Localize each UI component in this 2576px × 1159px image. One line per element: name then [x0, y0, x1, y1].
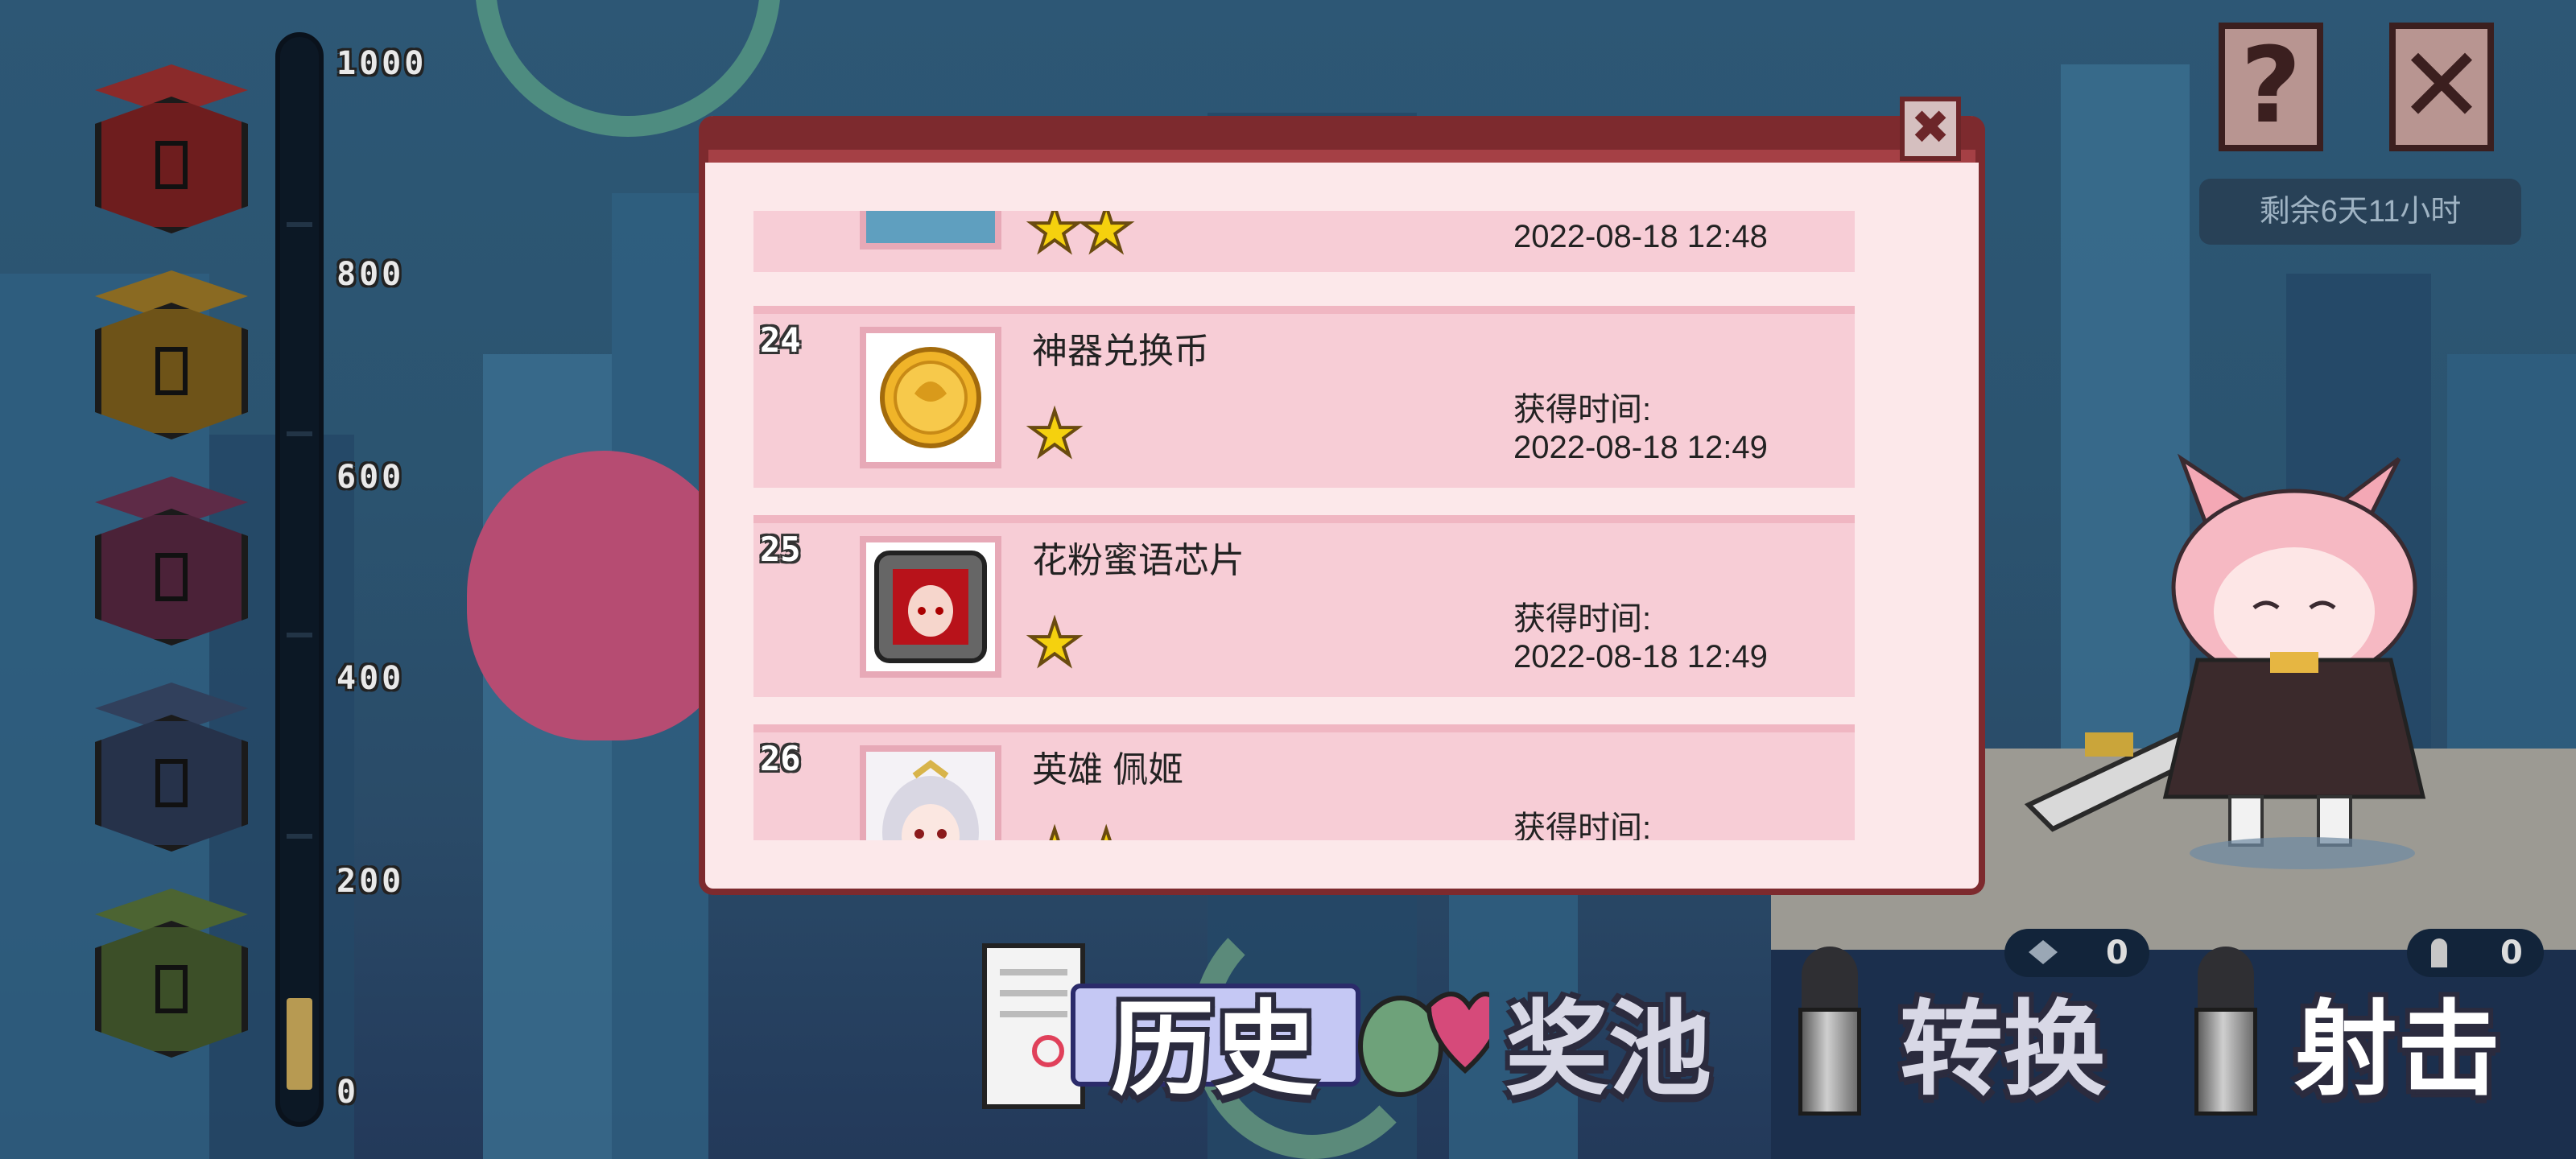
progress-tick: [287, 222, 312, 227]
prize-pool-button[interactable]: 奖池: [1352, 966, 1723, 1110]
acquired-time-label: 获得时间:: [1513, 810, 1652, 840]
bullet-icon: [1794, 947, 1866, 1116]
item-name: 花粉蜜语芯片: [1032, 541, 1245, 580]
star-rating: ★: [1026, 396, 1084, 471]
bullet-mini-icon: [2431, 938, 2447, 967]
acquired-time-label: 获得时间:: [1513, 392, 1652, 427]
progress-label: 600: [336, 459, 405, 496]
list-item: 24 神器兑换币 ★ 获得时间: 2022-08-18 12:49: [753, 306, 1855, 488]
item-number: 24: [760, 320, 801, 360]
cat-girl-character: [2024, 453, 2426, 869]
chip-icon: [874, 551, 987, 663]
coin-icon: [880, 347, 981, 448]
hero-portrait-icon: [860, 745, 1001, 840]
shadow: [2190, 837, 2415, 869]
lock-icon: [155, 965, 188, 1013]
lock-icon: [155, 347, 188, 395]
progress-label: 200: [336, 863, 405, 900]
star-rating: ★: [1026, 605, 1084, 680]
chest-green[interactable]: [87, 889, 256, 1074]
progress-bar: [275, 32, 324, 1127]
shoot-label: 射击: [2294, 990, 2501, 1110]
list-item: 25 花粉蜜语芯片 ★ 获得时间: 2022-08-18 12:49: [753, 515, 1855, 697]
chest-blue[interactable]: [87, 683, 256, 868]
convert-label: 转换: [1900, 990, 2107, 1110]
item-name: 神器兑换币: [1032, 332, 1209, 371]
history-list[interactable]: ★★ 2022-08-18 12:48 24 神器兑换币 ★ 获得时间: 202…: [753, 211, 1855, 840]
progress-tick: [287, 834, 312, 839]
lock-icon: [155, 759, 188, 807]
item-thumbnail-icon: [860, 211, 1001, 250]
progress-label: 400: [336, 660, 405, 697]
dress: [2162, 658, 2426, 799]
acquired-time: 2022-08-18 12:49: [1513, 430, 1768, 465]
lock-icon: [155, 553, 188, 601]
balloon-icon: [1358, 992, 1489, 1097]
modal-header-trim: [708, 150, 1975, 163]
shoot-button[interactable]: 射击: [2294, 966, 2560, 1110]
acquired-time: 2022-08-18 12:48: [1513, 219, 1768, 254]
history-label: 历史: [1111, 990, 1318, 1110]
star-rating: ★★: [1026, 211, 1135, 266]
chip-icon: [860, 536, 1001, 678]
star-rating: ★★: [1026, 815, 1135, 840]
progress-tick: [287, 431, 312, 436]
acquired-time-label: 获得时间:: [1513, 601, 1652, 637]
item-number: 26: [760, 739, 801, 778]
chest-gold[interactable]: [87, 270, 256, 456]
progress-label: 1000: [336, 45, 427, 82]
acquired-time: 2022-08-18 12:49: [1513, 639, 1768, 674]
close-button[interactable]: ✕: [2389, 23, 2494, 151]
prize-pool-label: 奖池: [1505, 990, 1712, 1110]
convert-button[interactable]: 转换: [1900, 966, 2141, 1110]
progress-label: 0: [336, 1074, 360, 1111]
history-button[interactable]: 历史: [982, 943, 1360, 1110]
coin-icon: [860, 327, 1001, 468]
hero-portrait-icon: [866, 752, 995, 840]
diamond-icon: [2029, 940, 2058, 964]
help-button[interactable]: ?: [2219, 23, 2323, 151]
lock-icon: [155, 141, 188, 189]
list-item: ★★ 2022-08-18 12:48: [753, 211, 1855, 272]
modal-close-button[interactable]: ✖: [1900, 97, 1961, 161]
bullet-icon: [2190, 947, 2262, 1116]
remaining-time: 剩余6天11小时: [2199, 179, 2521, 245]
progress-tick: [287, 633, 312, 637]
progress-label: 800: [336, 256, 405, 293]
item-number: 25: [760, 530, 801, 569]
list-item: 26 英雄 佩姬 ★★ 获得时间:: [753, 724, 1855, 840]
leg: [2228, 795, 2264, 847]
bow: [2270, 652, 2318, 673]
chest-purple[interactable]: [87, 476, 256, 662]
chest-red[interactable]: [87, 64, 256, 250]
progress-fill: [287, 998, 312, 1090]
sword-guard: [2085, 732, 2133, 757]
document-icon: [982, 943, 1085, 1109]
item-name: 英雄 佩姬: [1032, 750, 1184, 790]
